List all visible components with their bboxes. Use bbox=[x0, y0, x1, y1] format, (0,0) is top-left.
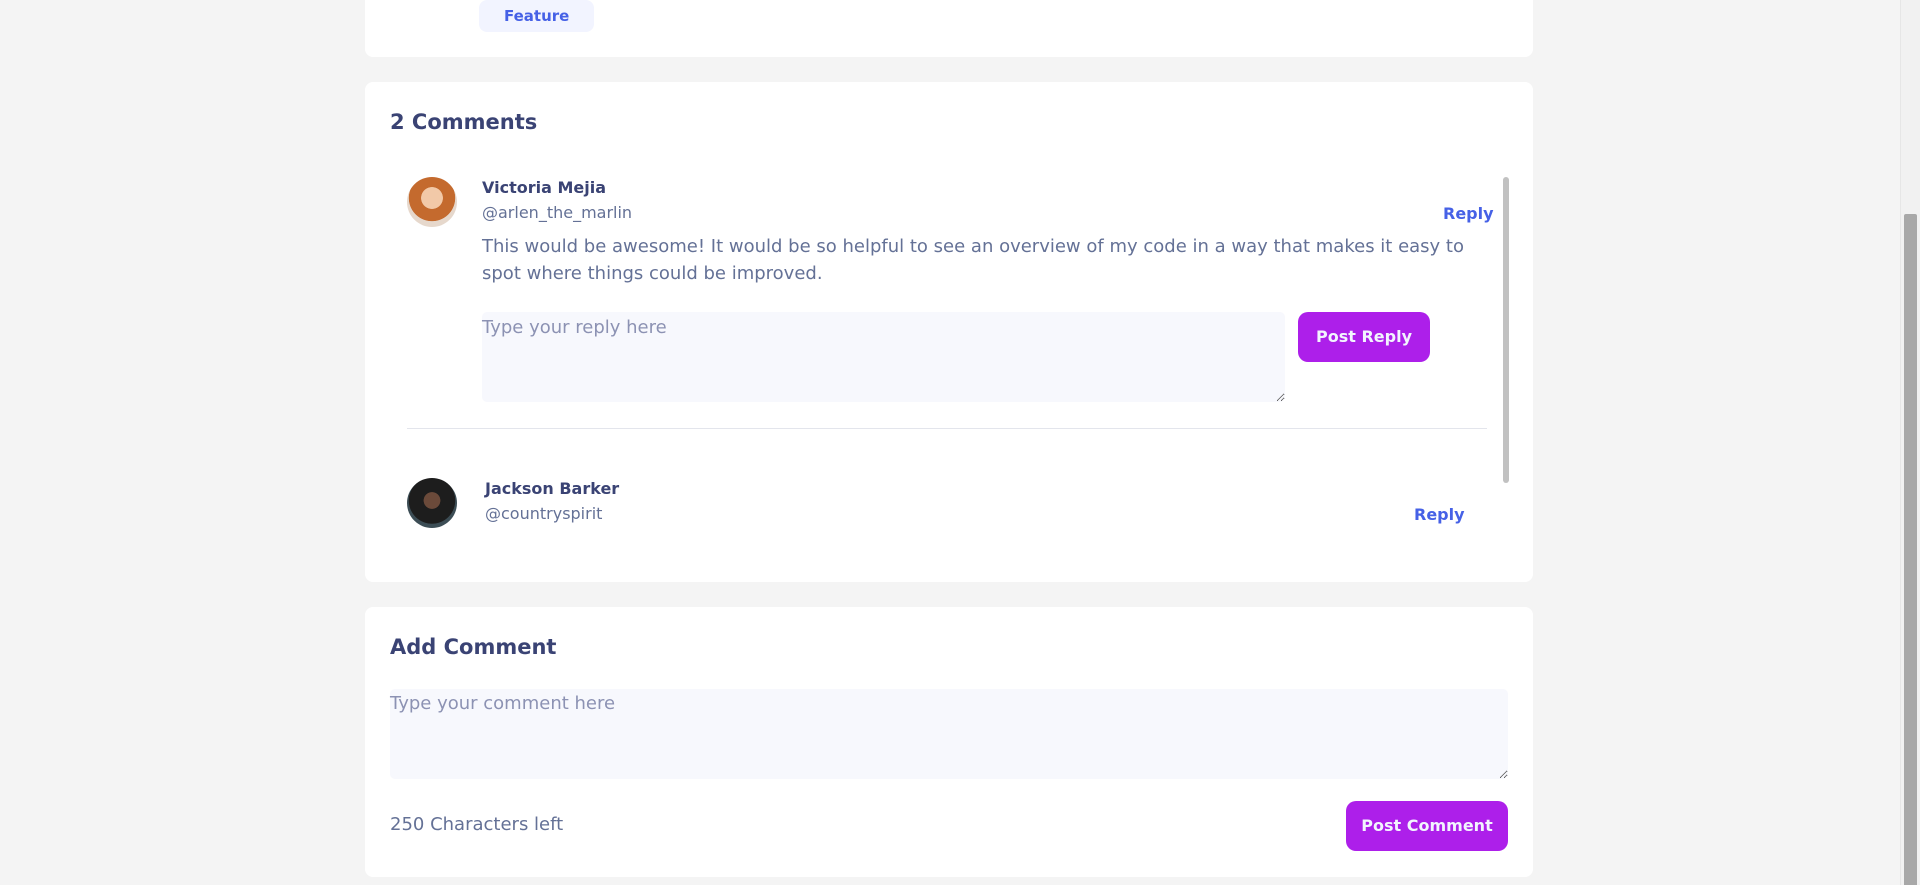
post-reply-button[interactable]: Post Reply bbox=[1298, 312, 1430, 362]
comment-input[interactable] bbox=[390, 689, 1508, 779]
feature-tag[interactable]: Feature bbox=[479, 0, 595, 32]
comments-scrollbar[interactable] bbox=[1503, 177, 1509, 483]
page-scrollbar[interactable] bbox=[1900, 0, 1920, 885]
add-comment-section: Add Comment Type your comment here 250 C… bbox=[365, 607, 1533, 877]
page: Feature 2 Comments Victoria Mejia @arlen… bbox=[0, 0, 1920, 885]
reply-input[interactable] bbox=[482, 312, 1285, 402]
feedback-card: Feature bbox=[365, 0, 1533, 57]
page-scrollbar-thumb[interactable] bbox=[1904, 214, 1917, 885]
comments-title: 2 Comments bbox=[390, 110, 538, 134]
comments-section: 2 Comments Victoria Mejia @arlen_the_mar… bbox=[365, 82, 1533, 582]
reply-button[interactable]: Reply bbox=[1443, 204, 1494, 223]
comment-author-handle: @arlen_the_marlin bbox=[482, 203, 633, 222]
avatar bbox=[407, 177, 457, 227]
post-comment-button[interactable]: Post Comment bbox=[1346, 801, 1508, 851]
characters-left: 250 Characters left bbox=[390, 814, 564, 835]
comment-author-handle: @countryspirit bbox=[485, 504, 603, 523]
avatar bbox=[407, 478, 457, 528]
comment-text: This would be awesome! It would be so he… bbox=[482, 236, 1465, 284]
comment-author-name: Victoria Mejia bbox=[482, 178, 606, 197]
comment-author-name: Jackson Barker bbox=[485, 479, 620, 498]
reply-button[interactable]: Reply bbox=[1414, 505, 1465, 524]
comment-divider bbox=[407, 428, 1487, 429]
add-comment-title: Add Comment bbox=[390, 635, 557, 659]
